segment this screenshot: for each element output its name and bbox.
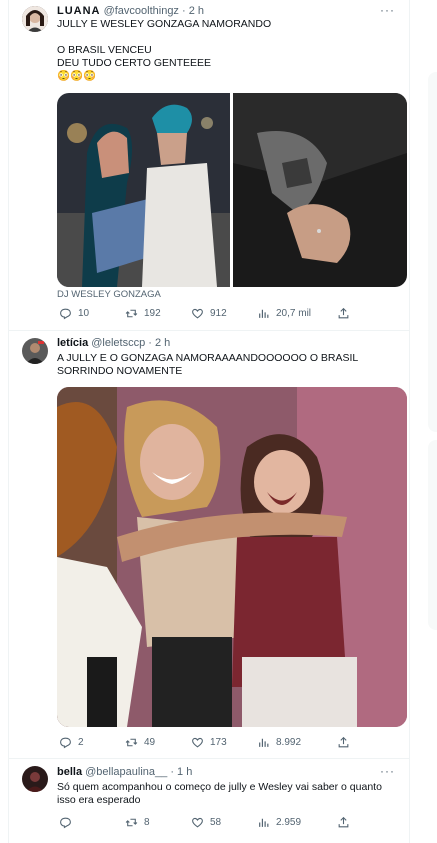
couple-photo bbox=[57, 93, 407, 287]
reply-icon bbox=[60, 817, 71, 829]
tweet-header: LUANA @favcoolthingz · 2 h bbox=[57, 5, 204, 17]
display-name[interactable]: LUANA bbox=[57, 5, 101, 17]
avatar[interactable] bbox=[22, 766, 48, 792]
retweet-icon bbox=[125, 738, 138, 747]
tweet-media[interactable] bbox=[57, 387, 407, 727]
retweet-icon bbox=[125, 309, 138, 318]
like-button[interactable]: 173 bbox=[191, 736, 227, 749]
display-name[interactable]: bella bbox=[57, 766, 82, 778]
like-button[interactable]: 912 bbox=[191, 307, 227, 320]
like-icon bbox=[192, 308, 203, 319]
tweet-actions: 8 58 2.959 bbox=[57, 816, 357, 832]
timestamp[interactable]: · 2 h bbox=[148, 337, 170, 349]
tweet-text: Só quem acompanhou o começo de jully e W… bbox=[57, 781, 382, 806]
tweet-header: letícia @leletsccp · 2 h bbox=[57, 337, 170, 349]
retweet-count: 8 bbox=[144, 817, 150, 828]
retweet-button[interactable]: 8 bbox=[125, 816, 150, 829]
retweet-icon bbox=[125, 818, 138, 827]
tweet-header: bella @bellapaulina__ · 1 h bbox=[57, 766, 192, 778]
like-count: 912 bbox=[210, 308, 227, 319]
timeline: LUANA @favcoolthingz · 2 h ··· JULLY E W… bbox=[8, 0, 410, 843]
views-button[interactable]: 2.959 bbox=[257, 816, 301, 829]
like-button[interactable]: 58 bbox=[191, 816, 221, 829]
view-count: 8.992 bbox=[276, 737, 302, 748]
share-button[interactable] bbox=[337, 736, 350, 749]
tweet-actions: 2 49 173 8.992 bbox=[57, 736, 357, 752]
media-credit[interactable]: DJ WESLEY GONZAGA bbox=[57, 289, 161, 300]
tweet-actions: 10 192 912 20,7 mil bbox=[57, 307, 357, 323]
reply-count: 2 bbox=[78, 737, 84, 748]
tweet[interactable]: LUANA @favcoolthingz · 2 h ··· JULLY E W… bbox=[9, 0, 409, 331]
retweet-button[interactable]: 192 bbox=[125, 307, 161, 320]
celebration-photo bbox=[57, 387, 407, 727]
handle[interactable]: @leletsccp bbox=[91, 337, 145, 349]
reply-button[interactable] bbox=[59, 816, 78, 829]
like-count: 58 bbox=[210, 817, 222, 828]
retweet-count: 192 bbox=[144, 308, 161, 319]
like-count: 173 bbox=[210, 737, 227, 748]
sidebar-card bbox=[428, 72, 437, 432]
handle[interactable]: @favcoolthingz bbox=[104, 5, 179, 17]
views-button[interactable]: 20,7 mil bbox=[257, 307, 311, 320]
handle[interactable]: @bellapaulina__ bbox=[85, 766, 167, 778]
share-icon bbox=[338, 816, 349, 828]
view-count: 2.959 bbox=[276, 817, 302, 828]
share-button[interactable] bbox=[337, 307, 350, 320]
timestamp[interactable]: · 2 h bbox=[182, 5, 204, 17]
reply-count: 10 bbox=[78, 308, 90, 319]
timestamp[interactable]: · 1 h bbox=[170, 766, 192, 778]
tweet-text: JULLY E WESLEY GONZAGA NAMORANDO O BRASI… bbox=[57, 18, 272, 82]
like-icon bbox=[192, 737, 203, 748]
views-button[interactable]: 8.992 bbox=[257, 736, 301, 749]
tweet[interactable]: letícia @leletsccp · 2 h A JULLY E O GON… bbox=[9, 330, 409, 759]
display-name[interactable]: letícia bbox=[57, 337, 88, 349]
sidebar-card bbox=[428, 440, 437, 630]
retweet-button[interactable]: 49 bbox=[125, 736, 155, 749]
reply-button[interactable]: 2 bbox=[59, 736, 84, 749]
tweet-media[interactable] bbox=[57, 93, 407, 287]
share-icon bbox=[338, 307, 349, 319]
reply-button[interactable]: 10 bbox=[59, 307, 89, 320]
view-count: 20,7 mil bbox=[276, 308, 312, 319]
reply-icon bbox=[60, 308, 71, 320]
share-button[interactable] bbox=[337, 816, 350, 829]
tweet[interactable]: bella @bellapaulina__ · 1 h ··· Só quem … bbox=[9, 758, 409, 843]
reply-icon bbox=[60, 737, 71, 749]
views-icon bbox=[259, 738, 269, 747]
avatar[interactable] bbox=[22, 338, 48, 364]
avatar[interactable] bbox=[22, 6, 48, 32]
views-icon bbox=[259, 309, 269, 318]
share-icon bbox=[338, 736, 349, 748]
retweet-count: 49 bbox=[144, 737, 156, 748]
tweet-text: A JULLY E O GONZAGA NAMORAAAANDOOOOOO O … bbox=[57, 352, 358, 377]
like-icon bbox=[192, 817, 203, 828]
more-icon[interactable]: ··· bbox=[380, 764, 395, 778]
views-icon bbox=[259, 818, 269, 827]
more-icon[interactable]: ··· bbox=[380, 3, 395, 17]
